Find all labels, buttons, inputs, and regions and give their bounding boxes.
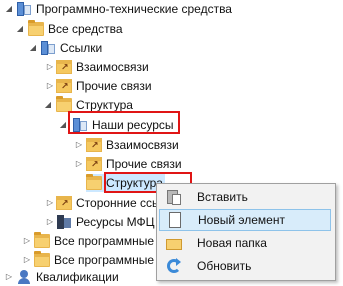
expand-arrow-icon[interactable]: ▷ [22,236,32,246]
collapse-arrow-icon[interactable]: ◢ [4,4,14,14]
collapse-arrow-icon[interactable]: ◢ [43,100,53,110]
tree-item-all-programs-1[interactable]: Все программные [34,232,154,250]
folder-icon [28,20,44,36]
tree-item-other-links[interactable]: ↗ Прочие связи [56,77,152,95]
expand-arrow-icon[interactable]: ▷ [4,272,14,282]
folder-icon [86,174,102,190]
menu-item-paste[interactable]: Вставить [159,186,331,208]
highlight-box [68,111,180,134]
context-menu: Вставить Новый элемент Новая папка Обнов… [156,183,336,281]
paste-icon [165,189,183,205]
linked-folder-icon: ↗ [86,138,102,152]
expand-arrow-icon[interactable]: ▷ [45,217,55,227]
menu-item-refresh[interactable]: Обновить [159,255,331,277]
server-icon [16,2,32,16]
tree-item-mfc-resources[interactable]: Ресурсы МФЦ [56,213,155,231]
linked-folder-icon: ↗ [56,79,72,93]
computer-icon [56,215,72,229]
linked-folder-icon: ↗ [56,196,72,210]
collapse-arrow-icon[interactable]: ◢ [58,120,68,130]
new-folder-icon [165,235,183,251]
tree-item-relations-2[interactable]: ↗ Взаимосвязи [86,136,179,154]
collapse-arrow-icon[interactable]: ◢ [28,43,38,53]
expand-arrow-icon[interactable]: ▷ [74,140,84,150]
tree-item-third-party-links[interactable]: ↗ Сторонние ссыл [56,194,168,212]
expand-arrow-icon[interactable]: ▷ [45,198,55,208]
collapse-arrow-icon[interactable]: ◢ [15,24,25,34]
new-item-icon [166,212,184,228]
expand-arrow-icon[interactable]: ▷ [45,62,55,72]
folder-icon [34,251,50,267]
linked-folder-icon: ↗ [56,60,72,74]
menu-item-new-folder[interactable]: Новая папка [159,232,331,254]
person-icon [16,270,32,284]
tree-item-relations[interactable]: ↗ Взаимосвязи [56,58,149,76]
folder-icon [34,232,50,248]
resource-icon [40,41,56,55]
menu-item-new-item[interactable]: Новый элемент [159,209,331,231]
tree-item-all-programs-2[interactable]: Все программные [34,251,154,269]
tree-item-links[interactable]: Ссылки [40,39,102,57]
folder-icon [56,96,72,112]
refresh-icon [165,258,183,274]
linked-folder-icon: ↗ [86,157,102,171]
tree-item-all-tools[interactable]: Все средства [28,20,123,38]
tree-item-other-links-2[interactable]: ↗ Прочие связи [86,155,182,173]
expand-arrow-icon[interactable]: ▷ [22,255,32,265]
tree-item-qualifications[interactable]: Квалификации [16,268,119,286]
expand-arrow-icon[interactable]: ▷ [45,81,55,91]
expand-arrow-icon[interactable]: ▷ [74,159,84,169]
tree-item-software-hardware[interactable]: Программно-технические средства [16,0,232,18]
